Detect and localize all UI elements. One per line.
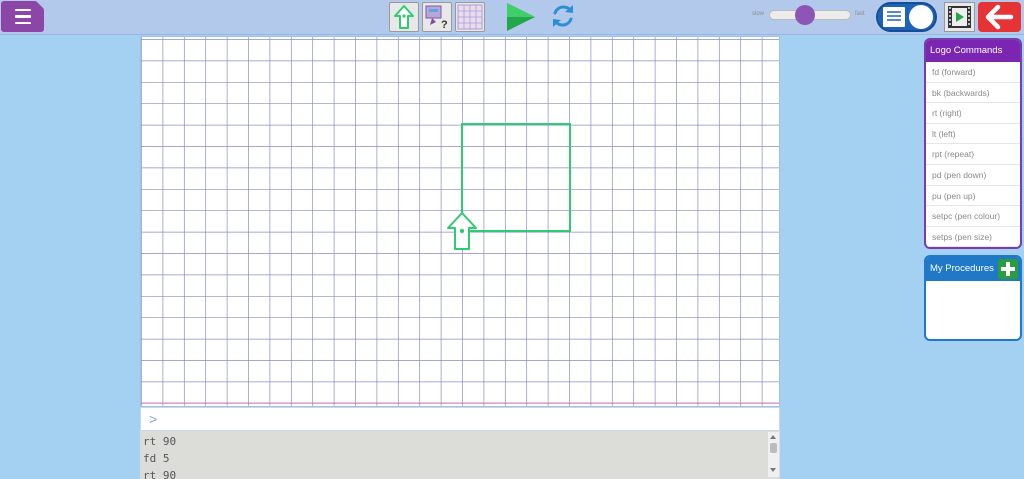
turtle-button[interactable] bbox=[389, 2, 419, 32]
play-icon bbox=[507, 3, 535, 31]
grid-toggle-button[interactable] bbox=[455, 2, 485, 32]
svg-text:?: ? bbox=[441, 19, 448, 31]
turtle-arrow-icon bbox=[394, 5, 414, 29]
logo-commands-panel: Logo Commands fd (forward) bk (backwards… bbox=[924, 38, 1022, 249]
command-setpc[interactable]: setpc (pen colour) bbox=[926, 206, 1020, 227]
panel-toggle-icon bbox=[883, 7, 905, 27]
scroll-up-icon[interactable] bbox=[770, 435, 776, 439]
help-button[interactable]: ? bbox=[422, 2, 452, 32]
command-rpt[interactable]: rpt (repeat) bbox=[926, 144, 1020, 165]
command-pd[interactable]: pd (pen down) bbox=[926, 165, 1020, 186]
view-toggle-switch[interactable] bbox=[876, 2, 937, 32]
speed-slow-label: slow bbox=[752, 11, 765, 17]
scroll-down-icon[interactable] bbox=[770, 468, 776, 472]
logo-commands-title: Logo Commands bbox=[926, 40, 1020, 62]
history-line: fd 5 bbox=[143, 452, 170, 465]
command-bk[interactable]: bk (backwards) bbox=[926, 83, 1020, 104]
reset-button[interactable] bbox=[549, 2, 577, 30]
command-lt[interactable]: lt (left) bbox=[926, 124, 1020, 145]
drawing-canvas[interactable] bbox=[140, 36, 780, 407]
command-rt[interactable]: rt (right) bbox=[926, 103, 1020, 124]
command-pu[interactable]: pu (pen up) bbox=[926, 186, 1020, 207]
speed-slider-thumb[interactable] bbox=[795, 5, 815, 25]
history-line: rt 90 bbox=[143, 469, 177, 479]
command-input[interactable]: > bbox=[140, 407, 780, 431]
menu-button[interactable] bbox=[1, 1, 44, 32]
top-toolbar: ? slow fast bbox=[0, 0, 1024, 35]
video-film-icon bbox=[948, 6, 971, 28]
back-arrow-icon bbox=[985, 4, 1014, 30]
grid-icon bbox=[457, 4, 483, 30]
logo-commands-list: fd (forward) bk (backwards) rt (right) l… bbox=[926, 62, 1020, 247]
command-setps[interactable]: setps (pen size) bbox=[926, 227, 1020, 247]
hamburger-icon bbox=[14, 8, 31, 12]
command-fd[interactable]: fd (forward) bbox=[926, 62, 1020, 83]
play-button[interactable] bbox=[505, 1, 537, 33]
add-procedure-button[interactable] bbox=[998, 259, 1018, 279]
command-history[interactable]: rt 90 fd 5 rt 90 bbox=[140, 431, 780, 479]
history-scrollbar[interactable] bbox=[768, 432, 779, 477]
video-button[interactable] bbox=[944, 2, 975, 32]
drawn-square bbox=[461, 123, 571, 232]
scroll-thumb[interactable] bbox=[770, 443, 777, 453]
speed-slider[interactable] bbox=[769, 5, 851, 25]
speed-fast-label: fast bbox=[855, 11, 865, 17]
back-button[interactable] bbox=[978, 2, 1021, 32]
command-prompt: > bbox=[149, 411, 158, 427]
turtle-layer bbox=[447, 123, 571, 250]
my-procedures-panel: My Procedures bbox=[924, 255, 1022, 341]
help-question-icon: ? bbox=[425, 5, 448, 31]
history-line: rt 90 bbox=[143, 435, 177, 448]
